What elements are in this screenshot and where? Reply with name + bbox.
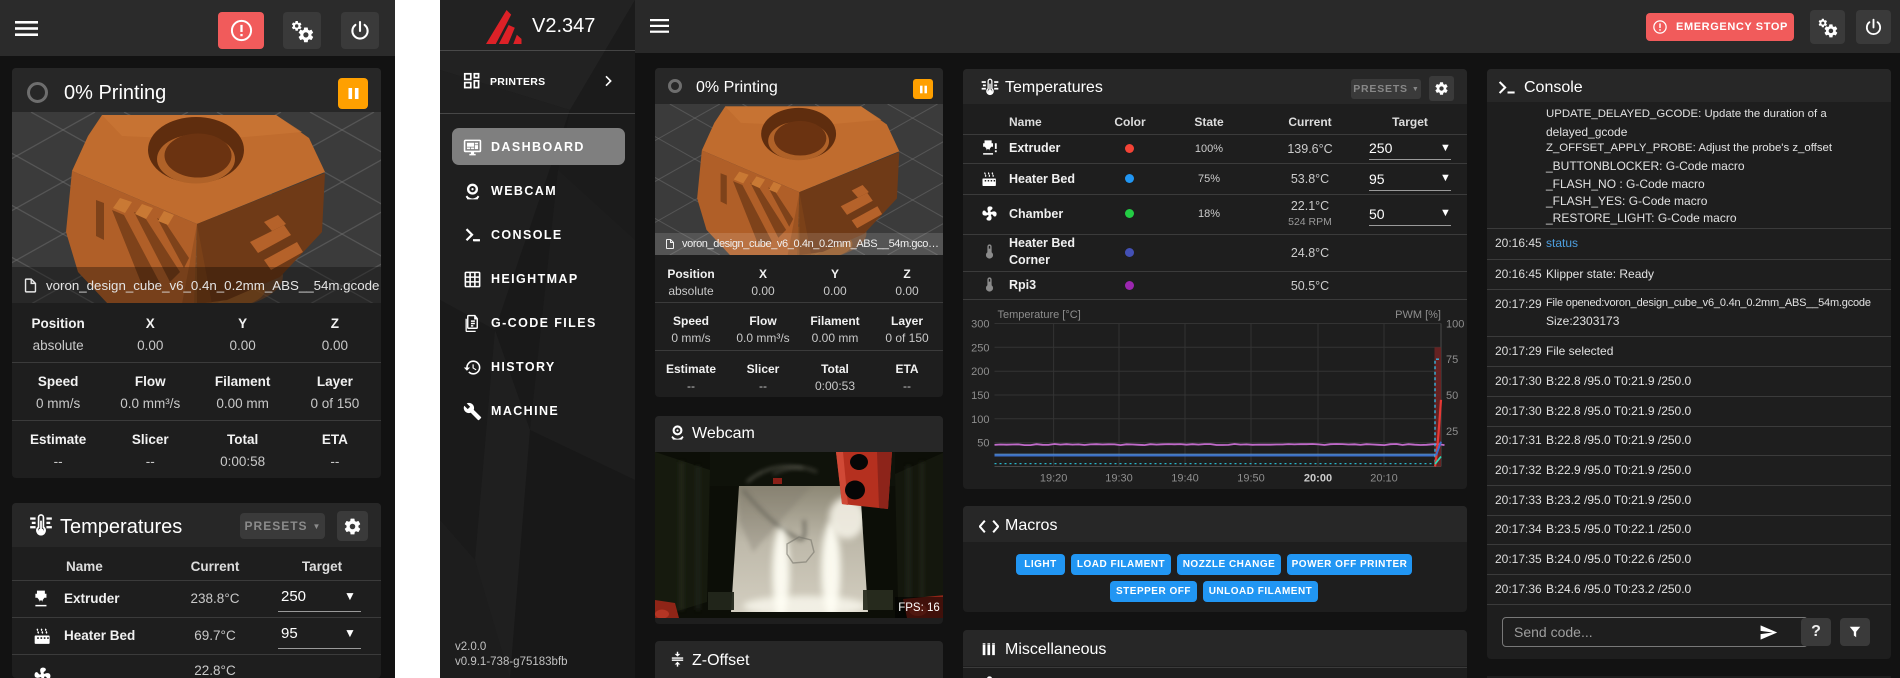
svg-text:50: 50 [1446,390,1458,402]
svg-text:PWM [%]: PWM [%] [1395,309,1441,321]
svg-text:19:30: 19:30 [1105,473,1133,485]
svg-text:150: 150 [971,390,989,402]
svg-text:20:10: 20:10 [1370,473,1398,485]
svg-text:Temperature [°C]: Temperature [°C] [998,309,1081,321]
svg-text:100: 100 [1446,319,1464,331]
svg-text:19:40: 19:40 [1171,473,1199,485]
svg-text:50: 50 [977,438,989,450]
svg-text:25: 25 [1446,426,1458,438]
svg-text:100: 100 [971,414,989,426]
svg-text:20:00: 20:00 [1304,473,1332,485]
svg-text:300: 300 [971,319,989,331]
svg-text:19:20: 19:20 [1040,473,1068,485]
svg-text:250: 250 [971,343,989,355]
svg-text:19:50: 19:50 [1237,473,1265,485]
svg-text:75: 75 [1446,354,1458,366]
svg-text:200: 200 [971,366,989,378]
